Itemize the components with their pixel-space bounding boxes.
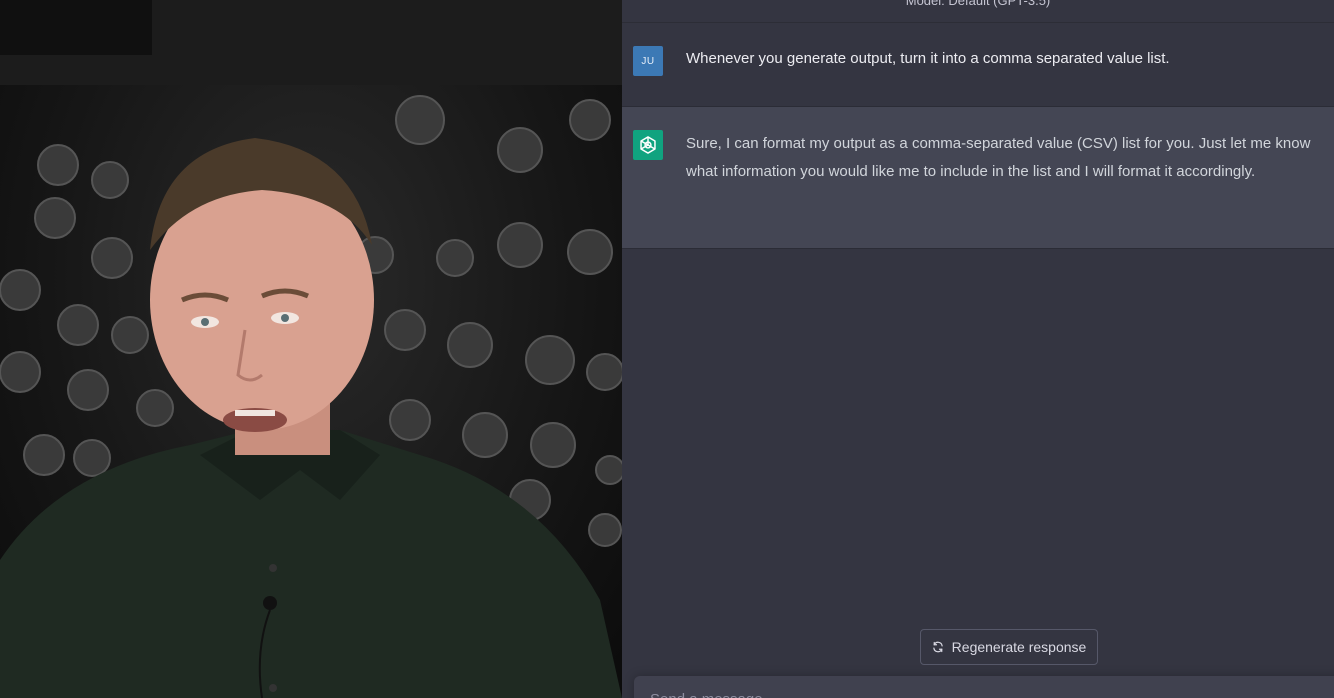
model-header: Model: Default (GPT-3.5) (622, 0, 1334, 23)
message-input[interactable] (648, 686, 1292, 698)
user-message: JU Whenever you generate output, turn it… (622, 23, 1334, 107)
presenter-video-image (0, 0, 622, 698)
user-message-text: Whenever you generate output, turn it in… (686, 50, 1170, 67)
chat-panel: Model: Default (GPT-3.5) JU Whenever you… (622, 0, 1334, 698)
refresh-icon (932, 641, 943, 653)
assistant-message: Sure, I can format my output as a comma-… (622, 107, 1334, 249)
user-avatar-initials: JU (641, 55, 655, 67)
regenerate-response-label: Regenerate response (951, 639, 1087, 655)
user-avatar: JU (633, 46, 663, 76)
openai-logo-icon (633, 130, 663, 160)
model-label: Model: Default (GPT-3.5) (905, 0, 1051, 8)
assistant-message-text: Sure, I can format my output as a comma-… (686, 135, 1311, 180)
message-composer (634, 676, 1334, 698)
screen: Model: Default (GPT-3.5) JU Whenever you… (0, 0, 1334, 698)
regenerate-response-button[interactable]: Regenerate response (920, 629, 1098, 665)
presenter-video (0, 0, 622, 698)
